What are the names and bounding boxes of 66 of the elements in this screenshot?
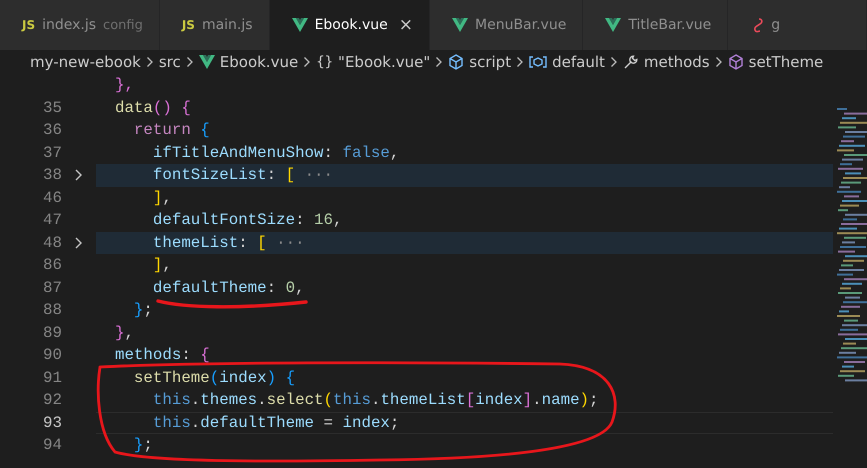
cube-icon xyxy=(728,54,744,70)
code-line: return { xyxy=(132,120,210,142)
code-line: this.defaultTheme = index; xyxy=(96,412,833,434)
vue-logo-icon xyxy=(605,18,622,32)
line-number: 92 xyxy=(42,391,62,410)
line-number: 87 xyxy=(42,278,62,297)
breadcrumb-item[interactable]: src xyxy=(158,53,181,71)
breadcrumb-item[interactable]: methods xyxy=(644,53,710,71)
vue-logo-icon xyxy=(198,55,215,69)
code-line: defaultTheme: 0, xyxy=(152,278,305,299)
line-number: 89 xyxy=(42,324,62,342)
chevron-right-icon xyxy=(435,56,444,68)
breadcrumb-item[interactable]: "Ebook.vue" xyxy=(338,53,430,71)
editor-tab[interactable]: JS main.js xyxy=(160,0,270,50)
bracketed-cube-icon xyxy=(529,55,548,69)
wrench-icon xyxy=(622,54,639,70)
editor-tab[interactable]: TitleBar.vue xyxy=(583,0,728,50)
line-number: 38 xyxy=(42,166,62,184)
code-line: methods: { xyxy=(114,345,210,366)
editor-tab[interactable]: JS index.js config xyxy=(0,0,160,50)
code-line: defaultFontSize: 16, xyxy=(152,210,342,232)
editor-tab[interactable]: g xyxy=(728,0,867,50)
line-number: 86 xyxy=(42,256,62,274)
fold-chevron-icon[interactable] xyxy=(74,168,84,182)
editor-tab[interactable]: MenuBar.vue xyxy=(430,0,584,50)
js-file-icon: JS xyxy=(182,18,195,32)
braces-icon: {} xyxy=(316,54,334,70)
fold-chevron-icon[interactable] xyxy=(74,236,84,250)
chevron-right-icon xyxy=(146,56,154,68)
line-number: 47 xyxy=(42,211,62,230)
line-number: 93 xyxy=(42,414,62,432)
breadcrumb-item[interactable]: setTheme xyxy=(748,53,824,71)
chevron-right-icon xyxy=(516,56,524,68)
chevron-right-icon xyxy=(186,56,194,68)
chevron-right-icon xyxy=(303,56,312,68)
code-line: setTheme(index) { xyxy=(132,368,296,389)
chevron-right-icon xyxy=(610,56,618,68)
editor-tab[interactable]: Ebook.vue × xyxy=(270,0,430,50)
line-number: 91 xyxy=(42,368,62,387)
code-line: ifTitleAndMenuShow: false, xyxy=(152,142,400,164)
code-line: }; xyxy=(132,435,153,456)
code-line: }; xyxy=(132,300,153,322)
js-file-icon: JS xyxy=(22,18,36,32)
line-number: 36 xyxy=(42,121,62,140)
breadcrumb-item[interactable]: my-new-ebook xyxy=(30,53,141,71)
vue-logo-icon xyxy=(452,18,468,32)
cube-icon xyxy=(448,54,464,70)
line-number: 35 xyxy=(42,98,62,117)
code-line: }, xyxy=(114,75,134,96)
code-line: this.themes.select(this.themeList[index].name); xyxy=(152,390,599,412)
line-number: 48 xyxy=(42,234,62,252)
line-number: 90 xyxy=(42,346,62,364)
breadcrumb-item[interactable]: script xyxy=(469,53,512,71)
line-number: 94 xyxy=(42,436,62,454)
breadcrumb-item[interactable]: default xyxy=(552,53,605,71)
code-line: data() { xyxy=(114,98,191,119)
vue-logo-icon xyxy=(292,18,308,32)
chevron-right-icon xyxy=(714,56,723,68)
line-number: 37 xyxy=(42,144,62,162)
line-number: 46 xyxy=(42,188,62,207)
code-line: }, xyxy=(114,322,134,344)
code-line: ], xyxy=(152,255,172,276)
close-button[interactable]: × xyxy=(398,15,414,35)
breadcrumb-item[interactable]: Ebook.vue xyxy=(220,53,298,71)
code-line: ], xyxy=(152,188,172,209)
line-number: 88 xyxy=(42,301,62,320)
